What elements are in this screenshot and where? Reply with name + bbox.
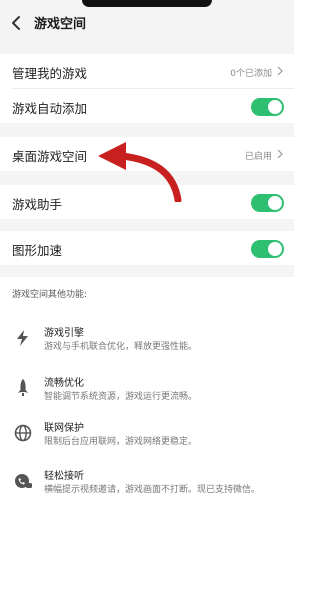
other-features-title: 游戏空间其他功能: xyxy=(12,290,88,300)
feature-name: 联网保护 xyxy=(44,423,84,434)
desktop-game-space-status: 已启用 xyxy=(244,152,272,162)
feature-network-protect: 联网保护 限制后台应用联网，游戏网络更稳定。 xyxy=(0,417,294,459)
feature-desc: 限制后台应用联网，游戏网络更稳定。 xyxy=(44,437,198,447)
game-assistant-label: 游戏助手 xyxy=(12,197,63,212)
manage-games-count: 0个已添加 xyxy=(230,69,272,79)
feature-game-engine: 游戏引擎 游戏与手机联合优化，释放更强性能。 xyxy=(0,322,294,364)
auto-add-row: 游戏自动添加 xyxy=(0,89,294,123)
red-curved-arrow-annotation xyxy=(98,142,182,202)
manage-games-row[interactable]: 管理我的游戏 0个已添加 xyxy=(0,54,294,88)
section-gap xyxy=(0,219,294,231)
globe-icon xyxy=(14,424,32,442)
rocket-icon xyxy=(18,379,28,396)
phone-chat-icon xyxy=(15,474,32,488)
feature-name: 流畅优化 xyxy=(44,378,84,389)
feature-name: 轻松接听 xyxy=(44,471,84,482)
feature-desc: 游戏与手机联合优化，释放更强性能。 xyxy=(44,342,198,352)
game-assistant-toggle[interactable] xyxy=(251,194,284,212)
chevron-right-icon xyxy=(277,149,283,159)
feature-easy-answer: 轻松接听 横幅提示视频邀请，游戏画面不打断。现已支持微信。 xyxy=(0,465,294,507)
feature-desc: 横幅提示视频邀请，游戏画面不打断。现已支持微信。 xyxy=(44,485,261,495)
auto-add-toggle[interactable] xyxy=(251,98,284,116)
page-title: 游戏空间 xyxy=(34,17,87,32)
desktop-game-space-label: 桌面游戏空间 xyxy=(12,149,88,164)
graphics-acceleration-row: 图形加速 xyxy=(0,231,294,265)
camera-notch xyxy=(82,0,212,7)
auto-add-label: 游戏自动添加 xyxy=(12,101,88,116)
feature-desc: 智能调节系统资源，游戏运行更流畅。 xyxy=(44,392,198,402)
graphics-acceleration-toggle[interactable] xyxy=(251,240,284,258)
lightning-icon xyxy=(17,330,28,346)
manage-games-label: 管理我的游戏 xyxy=(12,66,88,81)
back-arrow-icon[interactable] xyxy=(8,14,26,32)
feature-smooth-optimize: 流畅优化 智能调节系统资源，游戏运行更流畅。 xyxy=(0,372,294,414)
section-gap xyxy=(0,44,294,54)
chevron-right-icon xyxy=(277,66,283,76)
section-gap xyxy=(0,265,294,277)
feature-name: 游戏引擎 xyxy=(44,328,84,339)
graphics-acceleration-label: 图形加速 xyxy=(12,243,63,258)
